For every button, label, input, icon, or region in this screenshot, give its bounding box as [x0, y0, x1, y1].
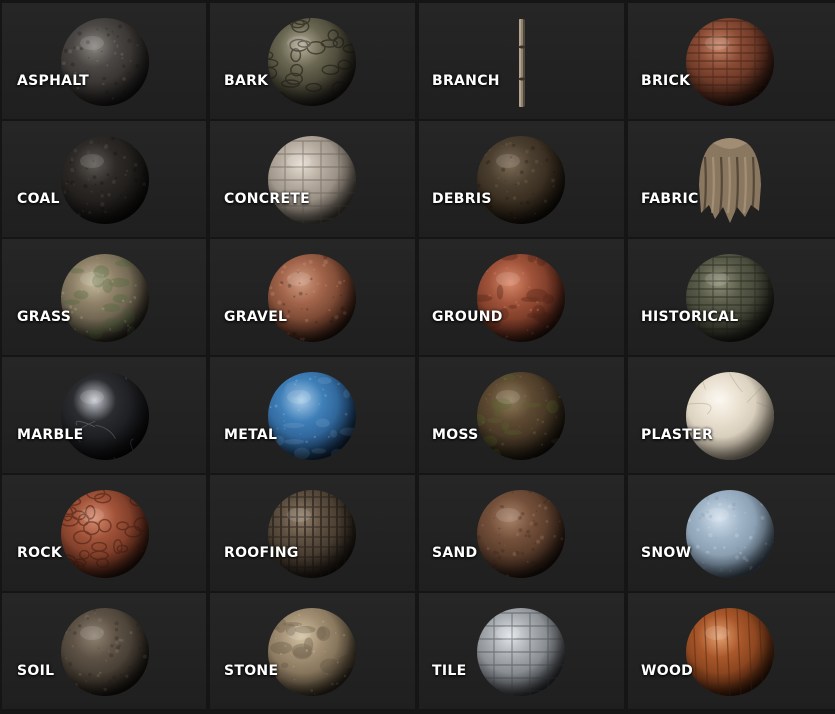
material-label: SAND	[432, 545, 478, 561]
material-tile-bark[interactable]: BARK	[210, 3, 415, 119]
material-label: TILE	[432, 663, 467, 679]
gravel-sphere-icon	[267, 253, 357, 343]
material-tile-moss[interactable]: MOSS	[419, 357, 624, 473]
material-label: STONE	[224, 663, 279, 679]
coal-sphere-icon	[60, 135, 150, 225]
material-tile-plaster[interactable]: PLASTER	[628, 357, 835, 473]
material-label: DEBRIS	[432, 191, 492, 207]
marble-sphere-icon	[60, 371, 150, 461]
sand-sphere-icon	[476, 489, 566, 579]
material-label: COAL	[17, 191, 60, 207]
fabric-cloth-icon	[685, 135, 775, 225]
material-label: FABRIC	[641, 191, 699, 207]
material-tile-fabric[interactable]: FABRIC	[628, 121, 835, 237]
material-label: METAL	[224, 427, 278, 443]
material-category-grid: ASPHALT BARK BRANCH BRICK COAL CONCRETE DEBRIS…	[0, 0, 835, 714]
material-label: ROOFING	[224, 545, 299, 561]
material-tile-ground[interactable]: GROUND	[419, 239, 624, 355]
brick-sphere-icon	[685, 17, 775, 107]
concrete-sphere-icon	[267, 135, 357, 225]
moss-sphere-icon	[476, 371, 566, 461]
material-tile-debris[interactable]: DEBRIS	[419, 121, 624, 237]
material-tile-soil[interactable]: SOIL	[2, 593, 206, 709]
material-tile-historical[interactable]: HISTORICAL	[628, 239, 835, 355]
material-label: SOIL	[17, 663, 55, 679]
material-tile-brick[interactable]: BRICK	[628, 3, 835, 119]
material-label: GRAVEL	[224, 309, 288, 325]
branch-stick-icon	[476, 17, 566, 107]
material-tile-snow[interactable]: SNOW	[628, 475, 835, 591]
material-label: HISTORICAL	[641, 309, 739, 325]
material-tile-gravel[interactable]: GRAVEL	[210, 239, 415, 355]
material-label: SNOW	[641, 545, 692, 561]
material-label: MARBLE	[17, 427, 84, 443]
material-label: PLASTER	[641, 427, 714, 443]
material-tile-tile[interactable]: TILE	[419, 593, 624, 709]
material-tile-branch[interactable]: BRANCH	[419, 3, 624, 119]
asphalt-sphere-icon	[60, 17, 150, 107]
tile-sphere-icon	[476, 607, 566, 697]
material-label: BRANCH	[432, 73, 500, 89]
grass-sphere-icon	[60, 253, 150, 343]
material-tile-roofing[interactable]: ROOFING	[210, 475, 415, 591]
material-tile-concrete[interactable]: CONCRETE	[210, 121, 415, 237]
material-label: CONCRETE	[224, 191, 311, 207]
historical-sphere-icon	[685, 253, 775, 343]
material-label: ASPHALT	[17, 73, 89, 89]
stone-sphere-icon	[267, 607, 357, 697]
material-label: ROCK	[17, 545, 63, 561]
debris-sphere-icon	[476, 135, 566, 225]
material-label: WOOD	[641, 663, 694, 679]
plaster-sphere-icon	[685, 371, 775, 461]
material-tile-metal[interactable]: METAL	[210, 357, 415, 473]
material-tile-grass[interactable]: GRASS	[2, 239, 206, 355]
material-label: BARK	[224, 73, 269, 89]
bark-sphere-icon	[267, 17, 357, 107]
material-tile-sand[interactable]: SAND	[419, 475, 624, 591]
material-label: BRICK	[641, 73, 691, 89]
roofing-sphere-icon	[267, 489, 357, 579]
material-tile-asphalt[interactable]: ASPHALT	[2, 3, 206, 119]
snow-sphere-icon	[685, 489, 775, 579]
material-tile-coal[interactable]: COAL	[2, 121, 206, 237]
soil-sphere-icon	[60, 607, 150, 697]
material-label: MOSS	[432, 427, 479, 443]
material-tile-wood[interactable]: WOOD	[628, 593, 835, 709]
material-tile-rock[interactable]: ROCK	[2, 475, 206, 591]
material-tile-marble[interactable]: MARBLE	[2, 357, 206, 473]
material-tile-stone[interactable]: STONE	[210, 593, 415, 709]
ground-sphere-icon	[476, 253, 566, 343]
wood-sphere-icon	[685, 607, 775, 697]
material-label: GRASS	[17, 309, 72, 325]
rock-sphere-icon	[60, 489, 150, 579]
material-label: GROUND	[432, 309, 503, 325]
metal-sphere-icon	[267, 371, 357, 461]
